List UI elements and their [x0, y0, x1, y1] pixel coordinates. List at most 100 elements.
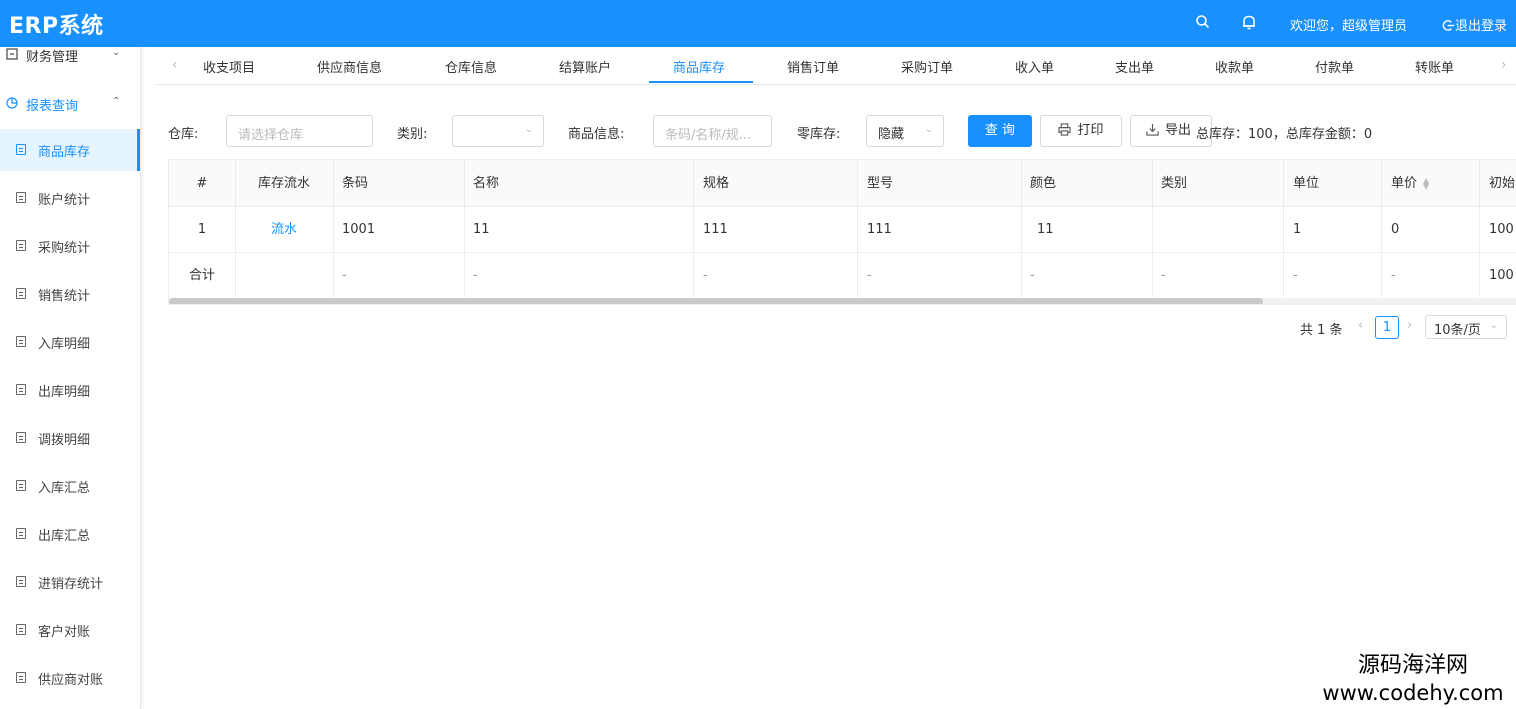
- pagination-next-icon[interactable]: ›: [1407, 318, 1412, 333]
- sort-icon[interactable]: ▲ ▼: [1423, 176, 1429, 190]
- table-total-row: 合计 - - - - - - - - 100: [169, 253, 1516, 299]
- total-color: -: [1030, 268, 1035, 283]
- logout-link[interactable]: 退出登录: [1442, 15, 1507, 34]
- pie-chart-icon: [6, 97, 18, 109]
- document-icon: [16, 288, 26, 299]
- chevron-right-icon[interactable]: ›: [1501, 57, 1507, 73]
- warehouse-label: 仓库:: [168, 127, 199, 142]
- pagination-prev-icon[interactable]: ‹: [1358, 318, 1363, 333]
- column-header-color: 颜色: [1030, 176, 1057, 191]
- sidebar-item-goods-stock[interactable]: 商品库存: [0, 129, 140, 171]
- column-divider: [1381, 160, 1382, 297]
- sidebar-item-label: 账户统计: [38, 193, 91, 208]
- column-header-name: 名称: [473, 176, 500, 191]
- print-button[interactable]: 打印: [1040, 115, 1122, 147]
- sidebar-item-outbound-detail[interactable]: 出库明细: [0, 369, 140, 411]
- total-name: -: [473, 268, 478, 283]
- column-divider: [1152, 160, 1153, 297]
- sidebar-item-inbound-detail[interactable]: 入库明细: [0, 321, 140, 363]
- printer-icon: [1058, 123, 1072, 136]
- column-header-initial: 初始: [1489, 176, 1516, 191]
- tab-expense-voucher[interactable]: 支出单: [1115, 57, 1154, 76]
- top-header: ERP系统 欢迎您，超级管理员 退出登录: [0, 0, 1516, 47]
- stock-summary: 总库存：100，总库存金额：0: [1196, 127, 1373, 142]
- tab-settlement-account[interactable]: 结算账户: [559, 57, 611, 76]
- zero-stock-select[interactable]: 隐藏 ⌄: [866, 115, 944, 147]
- warehouse-select[interactable]: 请选择仓库: [226, 115, 373, 147]
- goods-info-input[interactable]: 条码/名称/规...: [653, 115, 772, 147]
- chevron-down-icon: ⌄: [1489, 320, 1498, 331]
- tab-goods-stock[interactable]: 商品库存: [673, 57, 725, 76]
- query-button[interactable]: 查 询: [968, 115, 1032, 147]
- sidebar-item-transfer-detail[interactable]: 调拨明细: [0, 417, 140, 459]
- app-title: ERP系统: [9, 14, 104, 39]
- tab-receipt-voucher[interactable]: 收款单: [1215, 57, 1254, 76]
- column-divider: [1479, 160, 1480, 297]
- tab-income-expense-items[interactable]: 收支项目: [203, 57, 255, 76]
- active-tab-indicator: [649, 81, 753, 83]
- total-unit: -: [1293, 268, 1298, 283]
- sidebar-item-label: 采购统计: [38, 241, 91, 256]
- column-divider: [693, 160, 694, 297]
- category-select[interactable]: ⌄: [452, 115, 544, 147]
- sidebar-item-sales-stats[interactable]: 销售统计: [0, 273, 140, 315]
- tab-sales-order[interactable]: 销售订单: [787, 57, 839, 76]
- zero-stock-label: 零库存:: [797, 127, 841, 142]
- cell-unit-price: 0: [1391, 222, 1400, 237]
- logout-label: 退出登录: [1455, 19, 1508, 34]
- sidebar-group-label: 报表查询: [26, 99, 79, 114]
- chevron-left-icon[interactable]: ‹: [172, 57, 178, 73]
- pagination-total: 共 1 条: [1300, 323, 1343, 338]
- bell-icon[interactable]: [1240, 13, 1258, 31]
- tab-supplier-info[interactable]: 供应商信息: [317, 57, 382, 76]
- sidebar-item-supplier-reconcile[interactable]: 供应商对账: [0, 657, 140, 699]
- document-icon: [16, 672, 26, 683]
- scrollbar-thumb[interactable]: [169, 298, 1263, 304]
- column-header-spec: 规格: [703, 176, 730, 191]
- finance-icon: [6, 48, 18, 60]
- sidebar-group-finance[interactable]: 财务管理 ⌄: [0, 41, 141, 71]
- tab-bar: ‹ 收支项目 供应商信息 仓库信息 结算账户 商品库存 销售订单 采购订单 收入…: [155, 47, 1516, 85]
- sidebar: 财务管理 ⌄ 报表查询 ⌃ 商品库存 账户统计 采购统计 销售统计 入库明细 出…: [0, 47, 141, 709]
- stock-flow-link[interactable]: 流水: [235, 207, 333, 252]
- sidebar-item-label: 进销存统计: [38, 577, 104, 592]
- sidebar-item-inventory-stats[interactable]: 进销存统计: [0, 561, 140, 603]
- search-icon[interactable]: [1194, 13, 1212, 31]
- column-header-index: #: [196, 176, 208, 191]
- cell-initial: 100: [1489, 222, 1514, 237]
- sidebar-group-reports[interactable]: 报表查询 ⌃: [0, 90, 141, 120]
- chevron-up-icon: ⌃: [112, 96, 121, 107]
- document-icon: [16, 432, 26, 443]
- watermark: 源码海洋网 www.codehy.com: [1310, 652, 1516, 706]
- column-header-unit-price[interactable]: 单价 ▲ ▼: [1391, 160, 1429, 206]
- cell-model: 111: [867, 222, 892, 237]
- tab-income-voucher[interactable]: 收入单: [1015, 57, 1054, 76]
- tab-purchase-order[interactable]: 采购订单: [901, 57, 953, 76]
- warehouse-placeholder: 请选择仓库: [238, 128, 304, 143]
- page-size-select[interactable]: 10条/页 ⌄: [1425, 315, 1507, 339]
- sidebar-item-outbound-summary[interactable]: 出库汇总: [0, 513, 140, 555]
- tab-transfer-voucher[interactable]: 转账单: [1415, 57, 1454, 76]
- tab-payment-voucher[interactable]: 付款单: [1315, 57, 1354, 76]
- watermark-line1: 源码海洋网: [1357, 653, 1468, 678]
- horizontal-scrollbar[interactable]: [169, 298, 1516, 304]
- cell-color: 11: [1037, 222, 1054, 237]
- document-icon: [16, 624, 26, 635]
- tab-warehouse-info[interactable]: 仓库信息: [445, 57, 497, 76]
- pagination-page-1[interactable]: 1: [1375, 316, 1399, 339]
- total-category: -: [1161, 268, 1166, 283]
- total-stock-flow: [235, 253, 333, 298]
- column-divider: [1283, 160, 1284, 297]
- sidebar-item-label: 供应商对账: [38, 673, 104, 688]
- document-icon: [16, 336, 26, 347]
- sidebar-item-customer-reconcile[interactable]: 客户对账: [0, 609, 140, 651]
- cell-index: 1: [197, 222, 207, 237]
- zero-stock-value: 隐藏: [878, 127, 905, 142]
- column-divider: [857, 160, 858, 297]
- sidebar-item-purchase-stats[interactable]: 采购统计: [0, 225, 140, 267]
- document-icon: [16, 144, 26, 155]
- sidebar-item-account-stats[interactable]: 账户统计: [0, 177, 140, 219]
- sidebar-item-inbound-summary[interactable]: 入库汇总: [0, 465, 140, 507]
- page-size-value: 10条/页: [1434, 323, 1481, 338]
- goods-info-label: 商品信息:: [568, 127, 625, 142]
